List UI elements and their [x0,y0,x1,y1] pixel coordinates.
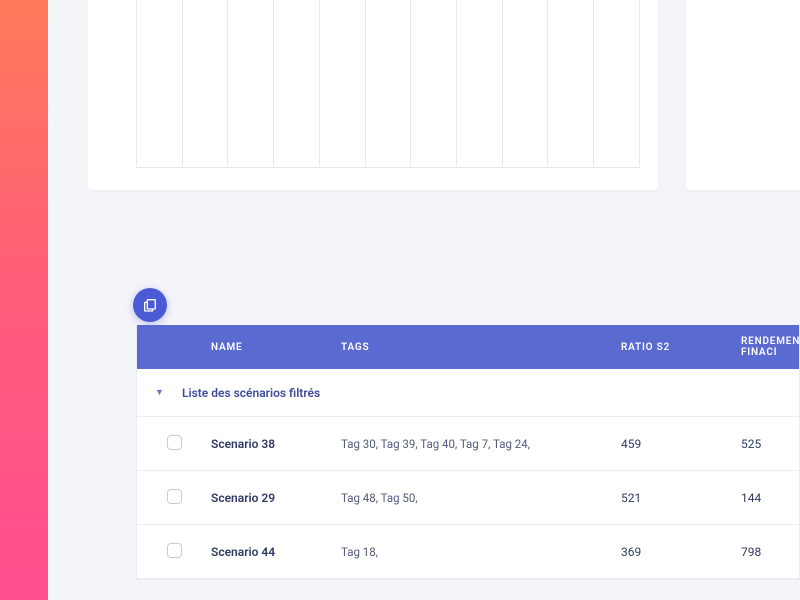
row-tags: Tag 18, [341,545,621,559]
group-label: Liste des scénarios filtrés [182,386,320,400]
row-tags: Tag 30, Tag 39, Tag 40, Tag 7, Tag 24, [341,437,621,451]
table-header-row: NAME TAGS RATIO S2 RENDEMENT FINACI [137,325,799,369]
row-ratio: 369 [621,545,741,559]
row-ratio: 521 [621,491,741,505]
chart-axis-line [136,167,640,168]
scenarios-table: NAME TAGS RATIO S2 RENDEMENT FINACI ▼ Li… [136,325,800,580]
gridline [410,0,411,166]
gridline [639,0,640,166]
row-name: Scenario 29 [211,491,341,505]
chart-card-main [88,0,658,190]
row-checkbox-cell [137,489,211,507]
gridline [273,0,274,166]
column-header-tags[interactable]: TAGS [341,342,621,353]
checkbox[interactable] [167,543,182,558]
row-tags: Tag 48, Tag 50, [341,491,621,505]
row-rendement: 798 [741,545,799,559]
gridline [136,0,137,166]
row-ratio: 459 [621,437,741,451]
gridline [456,0,457,166]
column-header-ratio[interactable]: RATIO S2 [621,342,741,353]
chart-card-secondary [686,0,800,190]
row-checkbox-cell [137,543,211,561]
gridline [365,0,366,166]
sidebar-gradient [0,0,48,600]
group-row[interactable]: ▼ Liste des scénarios filtrés [137,369,799,417]
gridline [593,0,594,166]
gridline [319,0,320,166]
row-checkbox-cell [137,435,211,453]
checkbox[interactable] [167,435,182,450]
checkbox[interactable] [167,489,182,504]
caret-down-icon: ▼ [137,387,182,398]
gridline [182,0,183,166]
column-header-rendement[interactable]: RENDEMENT FINACI [741,336,799,358]
row-name: Scenario 38 [211,437,341,451]
table-row[interactable]: Scenario 29 Tag 48, Tag 50, 521 144 [137,471,799,525]
table-row[interactable]: Scenario 44 Tag 18, 369 798 [137,525,799,579]
clipboard-icon[interactable] [133,288,167,322]
row-name: Scenario 44 [211,545,341,559]
table-row[interactable]: Scenario 38 Tag 30, Tag 39, Tag 40, Tag … [137,417,799,471]
chart-gridlines [88,0,658,190]
column-header-name[interactable]: NAME [211,342,341,353]
gridline [502,0,503,166]
content-area: NAME TAGS RATIO S2 RENDEMENT FINACI ▼ Li… [48,0,800,600]
gridline [227,0,228,166]
row-rendement: 525 [741,437,799,451]
gridline [547,0,548,166]
row-rendement: 144 [741,491,799,505]
